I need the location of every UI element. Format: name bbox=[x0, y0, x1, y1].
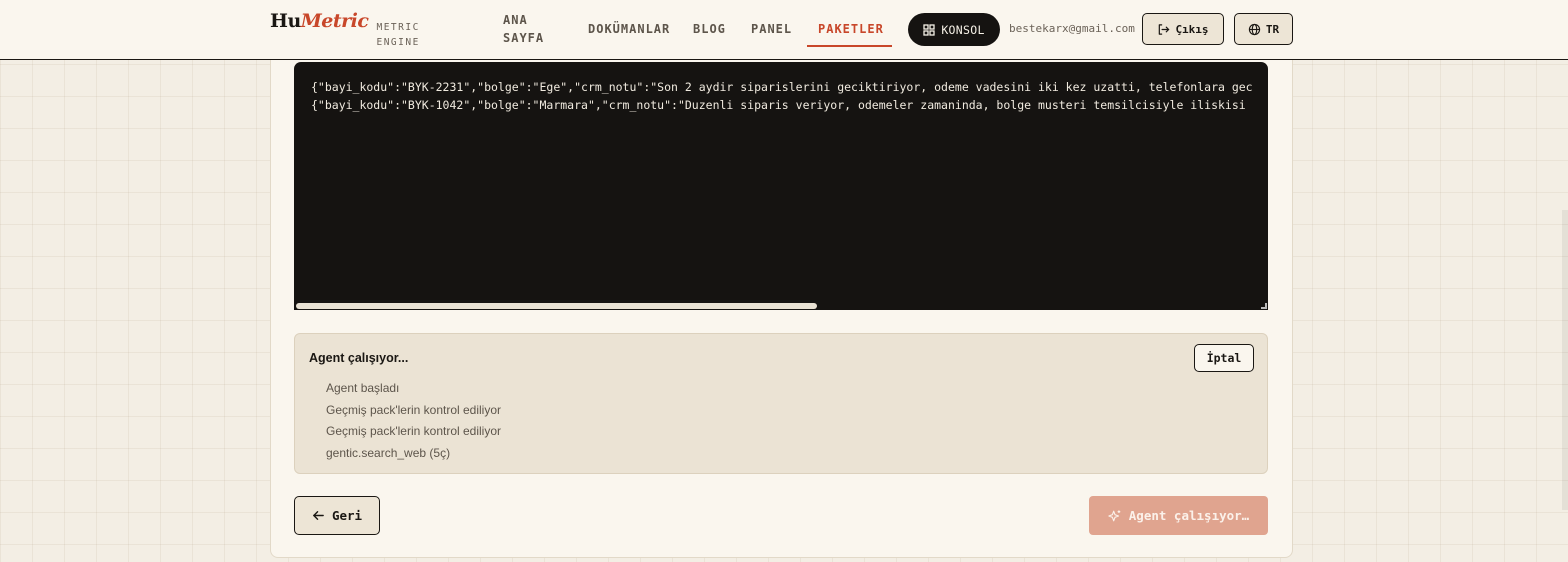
run-agent-label: Agent çalışıyor… bbox=[1128, 508, 1250, 523]
user-email: bestekarx@gmail.com bbox=[1009, 22, 1135, 35]
top-navbar: HuMetric METRIC ENGINE ANA SAYFA DOKÜMANLA… bbox=[0, 0, 1568, 60]
logo-wordmark: HuMetric bbox=[270, 10, 369, 32]
scrollbar-thumb[interactable] bbox=[296, 303, 817, 309]
editor-line: {"bayi_kodu":"BYK-2231","bolge":"Ege","c… bbox=[311, 80, 1253, 94]
logout-icon bbox=[1159, 23, 1170, 35]
editor-line: {"bayi_kodu":"BYK-1042","bolge":"Marmara… bbox=[311, 98, 1246, 112]
language-button[interactable]: TR bbox=[1234, 13, 1293, 45]
cancel-button[interactable]: İptal bbox=[1194, 344, 1254, 372]
logo[interactable]: HuMetric METRIC ENGINE bbox=[270, 10, 426, 50]
nav-docs[interactable]: DOKÜMANLAR bbox=[588, 20, 670, 38]
agent-step: Geçmiş pack'lerin kontrol ediliyor bbox=[326, 424, 502, 439]
sparkle-icon bbox=[1108, 509, 1121, 521]
run-agent-button[interactable]: Agent çalışıyor… bbox=[1089, 496, 1268, 535]
active-nav-indicator bbox=[807, 45, 892, 47]
nav-panel[interactable]: PANEL bbox=[751, 20, 792, 38]
globe-icon bbox=[1248, 23, 1261, 35]
logout-label: Çıkış bbox=[1175, 22, 1209, 36]
language-label: TR bbox=[1265, 22, 1280, 36]
horizontal-scrollbar[interactable] bbox=[294, 302, 1268, 310]
back-label: Geri bbox=[331, 508, 363, 523]
agent-status-panel: Agent çalışıyor... İptal Agent başladı G… bbox=[294, 333, 1268, 474]
arrow-left-icon bbox=[313, 511, 324, 520]
agent-step: Agent başladı bbox=[326, 381, 400, 395]
agent-step: gentic.search_web (5ç) bbox=[326, 446, 451, 461]
page-scrollbar[interactable] bbox=[1562, 210, 1568, 510]
json-editor[interactable]: {"bayi_kodu":"BYK-2231","bolge":"Ege","c… bbox=[294, 62, 1268, 310]
back-button[interactable]: Geri bbox=[294, 496, 380, 535]
logout-button[interactable]: Çıkış bbox=[1142, 13, 1224, 45]
editor-content[interactable]: {"bayi_kodu":"BYK-2231","bolge":"Ege","c… bbox=[311, 78, 1253, 114]
console-button[interactable]: KONSOL bbox=[908, 13, 1000, 46]
agent-status-title: Agent çalışıyor... bbox=[309, 351, 409, 365]
logo-subtitle: METRIC ENGINE bbox=[376, 22, 420, 48]
resize-handle[interactable] bbox=[1261, 303, 1267, 309]
agent-step: Geçmiş pack'lerin kontrol ediliyor bbox=[326, 402, 502, 417]
grid-icon bbox=[923, 23, 935, 36]
nav-packages[interactable]: PAKETLER bbox=[818, 20, 884, 38]
console-label: KONSOL bbox=[941, 22, 985, 37]
agent-steps-list: Agent başladı Geçmiş pack'lerin kontrol … bbox=[326, 380, 501, 467]
nav-home[interactable]: ANA SAYFA bbox=[503, 11, 544, 47]
nav-blog[interactable]: BLOG bbox=[693, 20, 726, 38]
